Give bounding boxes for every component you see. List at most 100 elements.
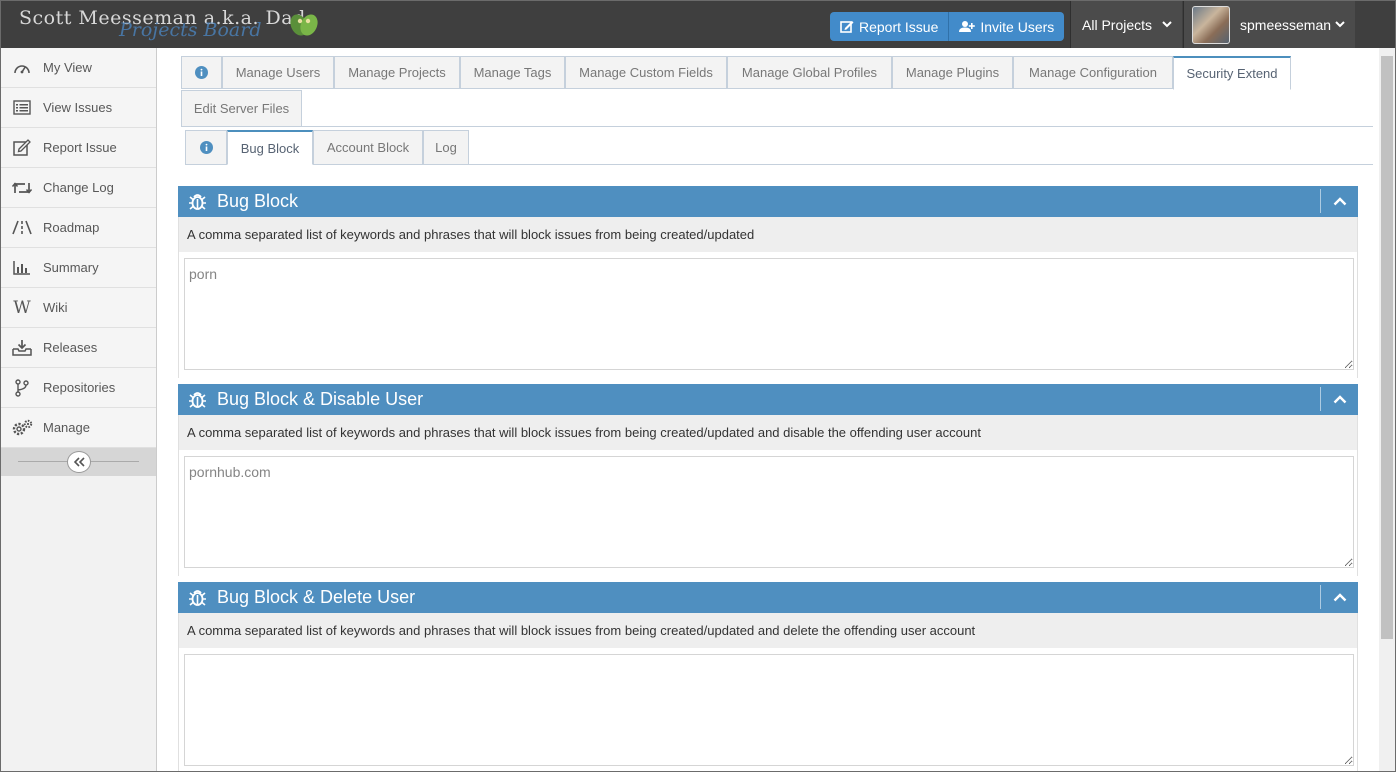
project-selector-label: All Projects [1082,16,1153,33]
widget-body [178,648,1358,771]
widget-header: Bug Block & Delete User [178,582,1358,613]
tab-edit-server-files[interactable]: Edit Server Files [181,90,302,126]
widget-header: Bug Block & Disable User [178,384,1358,415]
navbar: Scott Meesseman a.k.a. Dad Projects Boar… [1,1,1395,48]
sidebar-item-label: Report Issue [43,140,117,155]
tab-manage-configuration[interactable]: Manage Configuration [1013,56,1173,89]
edit-icon [1,139,43,156]
sidebar-item-manage[interactable]: Manage [1,408,156,448]
manage-tabs: Manage Users Manage Projects Manage Tags… [181,56,1373,127]
sidebar-item-label: Roadmap [43,220,100,235]
user-menu[interactable]: spmeesseman [1183,1,1355,48]
avatar [1192,5,1230,44]
invite-users-label: Invite Users [980,18,1055,35]
report-issue-button[interactable]: Report Issue [830,12,950,41]
bug-icon [188,192,207,211]
widget-body: pornhub.com [178,450,1358,576]
widget-bug-block: Bug Block A comma separated list of keyw… [178,186,1358,378]
chevron-down-icon [1335,21,1345,28]
widget-bug-block-disable-user: Bug Block & Disable User A comma separat… [178,384,1358,576]
sidebar-item-summary[interactable]: Summary [1,248,156,288]
widget-collapse-button[interactable] [1320,189,1358,213]
wikipedia-icon: W [13,297,31,318]
bug-icon [188,390,207,409]
sidebar-item-change-log[interactable]: Change Log [1,168,156,208]
scrollbar-thumb[interactable] [1381,56,1393,639]
sidebar-item-label: Manage [43,420,90,435]
code-fork-icon [1,378,43,397]
sidebar-item-wiki[interactable]: W Wiki [1,288,156,328]
widget-description: A comma separated list of keywords and p… [178,415,1358,450]
retweet-icon [1,181,43,195]
sidebar-item-report-issue[interactable]: Report Issue [1,128,156,168]
subtab-info[interactable] [185,130,227,165]
brand-subtitle: Projects Board [119,19,262,41]
sidebar-item-my-view[interactable]: My View [1,48,156,88]
road-icon [1,220,43,235]
widget-title: Bug Block & Delete User [217,587,416,607]
chevron-up-icon [1333,592,1346,601]
tab-info[interactable] [181,56,222,89]
sidebar-item-label: View Issues [43,100,113,115]
bug-block-disable-user-keywords-textarea[interactable]: pornhub.com [184,456,1354,568]
info-icon [195,66,208,79]
report-issue-label: Report Issue [859,18,939,35]
user-plus-icon [959,21,976,32]
sidebar-item-label: Change Log [43,180,114,195]
sidebar-item-label: My View [43,60,92,75]
widget-body: porn [178,252,1358,378]
sidebar-item-releases[interactable]: Releases [1,328,156,368]
subtab-account-block[interactable]: Account Block [313,130,423,165]
sidebar-item-label: Summary [43,260,99,275]
tab-manage-projects[interactable]: Manage Projects [334,56,460,89]
tab-manage-global-profiles[interactable]: Manage Global Profiles [727,56,892,89]
widget-title: Bug Block [217,191,299,211]
tab-security-extend[interactable]: Security Extend [1173,56,1291,90]
widget-collapse-button[interactable] [1320,387,1358,411]
mantis-logo-icon [290,14,318,36]
bug-block-keywords-textarea[interactable]: porn [184,258,1354,370]
tab-manage-plugins[interactable]: Manage Plugins [892,56,1013,89]
app-window: Scott Meesseman a.k.a. Dad Projects Boar… [0,0,1396,772]
subtab-log[interactable]: Log [423,130,469,165]
widget-header: Bug Block [178,186,1358,217]
sidebar: My View View Issues Report Issue Change … [1,48,157,771]
page-scrollbar[interactable] [1379,48,1395,771]
widget-collapse-button[interactable] [1320,585,1358,609]
widget-description: A comma separated list of keywords and p… [178,613,1358,648]
project-selector[interactable]: All Projects [1070,1,1182,48]
sidebar-item-label: Releases [43,340,98,355]
tab-manage-custom-fields[interactable]: Manage Custom Fields [565,56,727,89]
sidebar-item-roadmap[interactable]: Roadmap [1,208,156,248]
cogs-icon [1,419,43,437]
download-tray-icon [1,339,43,356]
tab-manage-tags[interactable]: Manage Tags [460,56,565,89]
info-icon [199,141,213,154]
chevron-up-icon [1333,196,1346,205]
chevron-down-icon [1162,21,1172,28]
username: spmeesseman [1240,16,1332,33]
sidebar-collapse-button[interactable] [67,451,91,473]
sidebar-item-label: Wiki [43,300,68,315]
edit-icon [840,21,854,33]
widget-description: A comma separated list of keywords and p… [178,217,1358,252]
subtab-bug-block[interactable]: Bug Block [227,130,313,165]
bug-block-delete-user-keywords-textarea[interactable] [184,654,1354,766]
list-icon [1,100,43,115]
invite-users-button[interactable]: Invite Users [949,12,1065,41]
widget-bug-block-delete-user: Bug Block & Delete User A comma separate… [178,582,1358,771]
dashboard-icon [1,60,43,76]
chevron-up-icon [1333,394,1346,403]
navbar-action-buttons: Report Issue Invite Users [830,12,1065,41]
sidebar-item-repositories[interactable]: Repositories [1,368,156,408]
main-content: Manage Users Manage Projects Manage Tags… [157,48,1379,771]
sidebar-item-label: Repositories [43,380,116,395]
tab-manage-users[interactable]: Manage Users [222,56,334,89]
bar-chart-icon [1,260,43,275]
sidebar-collapse-bar [1,448,156,476]
widget-title: Bug Block & Disable User [217,389,424,409]
sidebar-item-view-issues[interactable]: View Issues [1,88,156,128]
security-extend-subtabs: Bug Block Account Block Log [185,130,1373,165]
double-chevron-left-icon [73,457,85,467]
bug-icon [188,588,207,607]
